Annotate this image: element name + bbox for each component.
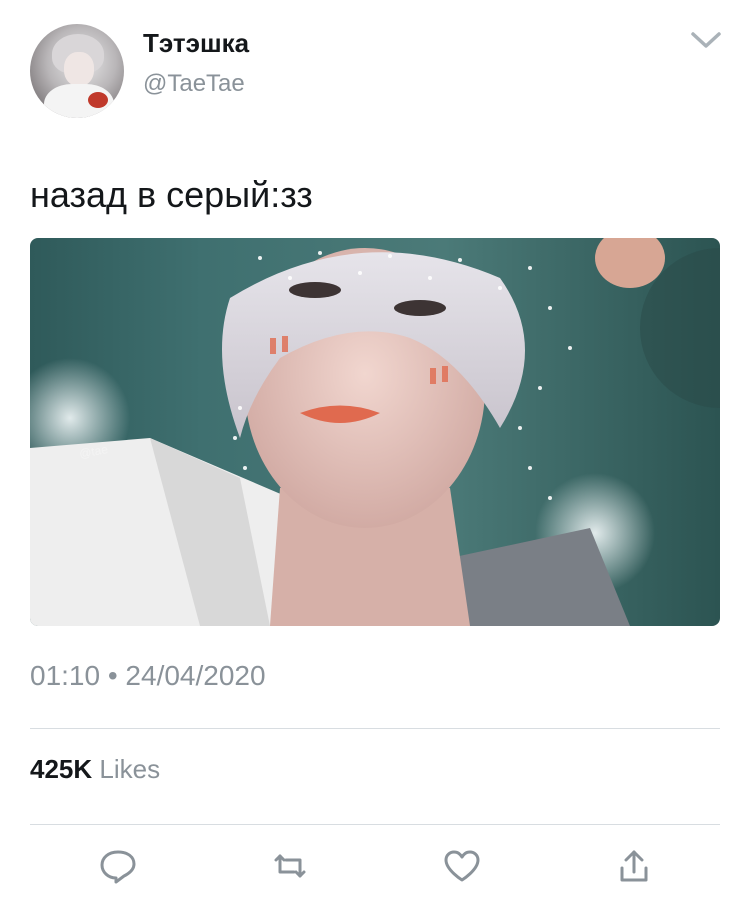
likes-label: Likes (99, 754, 161, 784)
tweet-text: назад в серый:зз (30, 174, 313, 215)
divider (30, 728, 720, 729)
likes-summary[interactable]: 425K Likes (30, 754, 160, 785)
retweet-icon (270, 846, 310, 891)
like-button[interactable] (440, 846, 484, 890)
display-name[interactable]: Тэтэшка (143, 28, 249, 59)
share-icon (614, 846, 654, 891)
divider (30, 824, 720, 825)
share-button[interactable] (612, 846, 656, 890)
likes-count: 425K (30, 754, 93, 784)
tweet-timestamp[interactable]: 01:10 • 24/04/2020 (30, 660, 266, 692)
retweet-button[interactable] (268, 846, 312, 890)
avatar-bouquet (88, 92, 108, 108)
user-handle[interactable]: @TaeTae (143, 70, 245, 98)
chevron-down-icon[interactable] (689, 26, 723, 52)
reply-icon (98, 846, 138, 891)
avatar-face (64, 52, 94, 86)
tweet-image[interactable]: @tae (30, 238, 720, 626)
heart-icon (442, 846, 482, 891)
reply-button[interactable] (96, 846, 140, 890)
avatar[interactable] (30, 24, 124, 118)
